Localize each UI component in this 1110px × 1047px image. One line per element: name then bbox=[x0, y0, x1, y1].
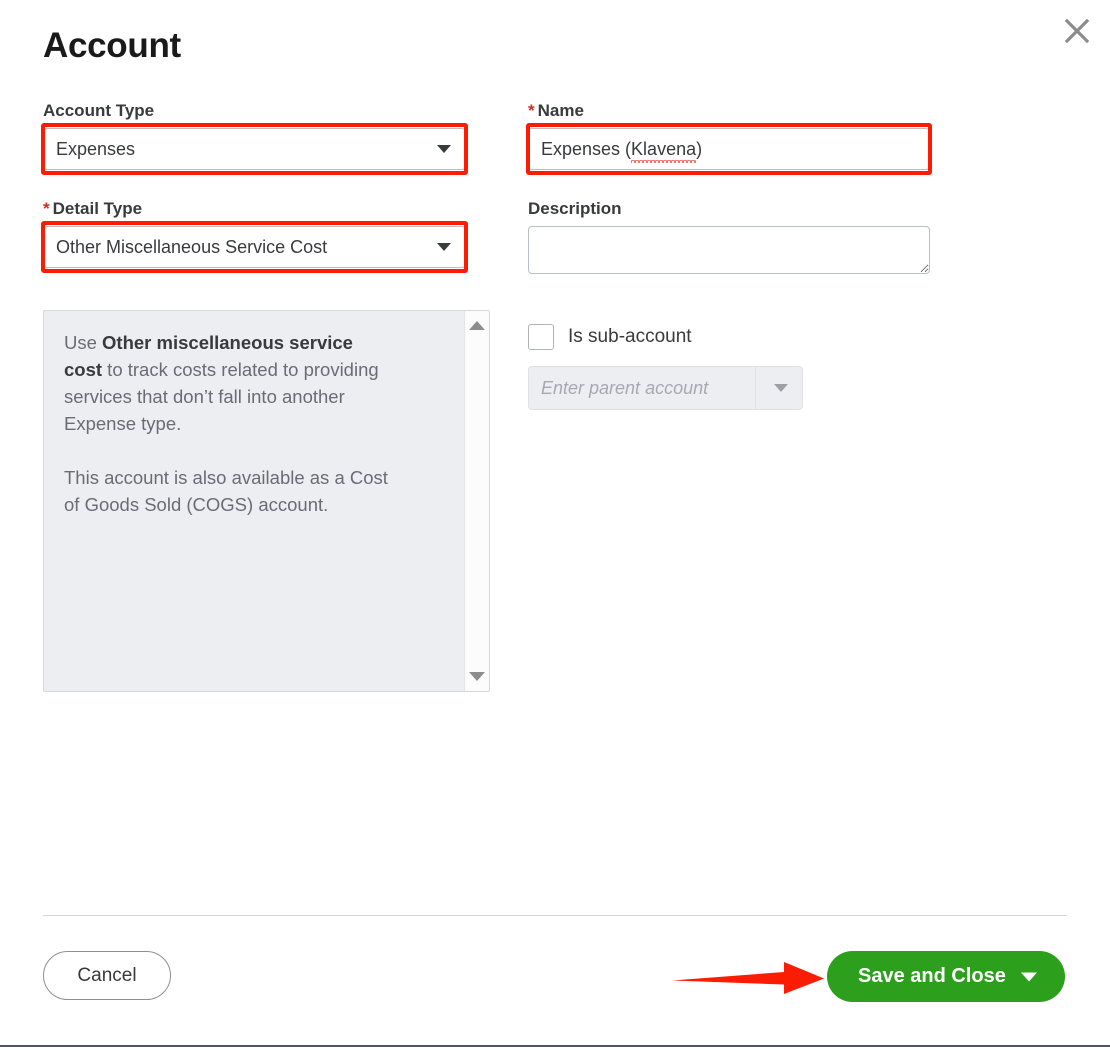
is-sub-account-checkbox[interactable] bbox=[528, 324, 554, 350]
footer-divider bbox=[43, 915, 1067, 916]
page-title: Account bbox=[43, 26, 181, 65]
info-paragraph-1: Use Other miscellaneous service cost to … bbox=[64, 332, 379, 434]
info-panel-text: Use Other miscellaneous service cost to … bbox=[44, 311, 416, 518]
chevron-down-icon bbox=[437, 243, 451, 251]
form-left-column: Account Type Expenses * Detail Type Other… bbox=[41, 100, 490, 692]
name-label: * Name bbox=[528, 101, 584, 120]
cancel-button[interactable]: Cancel bbox=[43, 951, 171, 1000]
is-sub-account-label: Is sub-account bbox=[568, 326, 692, 347]
misspelled-word: Klavena bbox=[631, 138, 697, 163]
close-x-icon bbox=[1062, 16, 1092, 46]
save-button-arrow-annotation bbox=[672, 962, 824, 994]
info-paragraph-2: This account is also available as a Cost… bbox=[64, 467, 388, 515]
chevron-down-icon bbox=[437, 145, 451, 153]
scroll-down-arrow-icon[interactable] bbox=[469, 672, 485, 681]
close-dialog-button[interactable] bbox=[1056, 10, 1098, 52]
detail-type-select[interactable]: Other Miscellaneous Service Cost bbox=[43, 226, 466, 268]
required-asterisk: * bbox=[43, 199, 50, 218]
save-and-close-button[interactable]: Save and Close bbox=[827, 951, 1065, 1002]
description-label: Description bbox=[528, 199, 622, 218]
info-panel-scrollbar[interactable] bbox=[464, 311, 489, 691]
account-type-value: Expenses bbox=[56, 138, 136, 159]
form-right-column: * Name Expenses (Klavena) Description Is … bbox=[526, 100, 938, 410]
detail-type-label: * Detail Type bbox=[43, 199, 143, 218]
parent-account-placeholder: Enter parent account bbox=[541, 377, 709, 398]
save-and-close-label: Save and Close bbox=[858, 965, 1006, 987]
name-value: Expenses (Klavena) bbox=[541, 138, 703, 163]
parent-account-divider bbox=[755, 367, 756, 409]
detail-type-info-panel: Use Other miscellaneous service cost to … bbox=[43, 310, 490, 692]
detail-type-value: Other Miscellaneous Service Cost bbox=[56, 236, 328, 257]
parent-account-select[interactable]: Enter parent account bbox=[528, 366, 803, 410]
required-asterisk: * bbox=[528, 101, 535, 120]
chevron-down-icon bbox=[774, 384, 788, 392]
chevron-down-icon[interactable] bbox=[1021, 972, 1037, 981]
name-input[interactable]: Expenses (Klavena) bbox=[528, 128, 930, 170]
account-dialog: Account Account Type Expenses * Detail Ty… bbox=[0, 0, 1110, 1047]
account-type-select[interactable]: Expenses bbox=[43, 128, 466, 170]
account-type-label: Account Type bbox=[43, 101, 155, 120]
scroll-up-arrow-icon[interactable] bbox=[469, 321, 485, 330]
description-input[interactable] bbox=[528, 226, 930, 274]
is-sub-account-row: Is sub-account bbox=[528, 324, 938, 350]
